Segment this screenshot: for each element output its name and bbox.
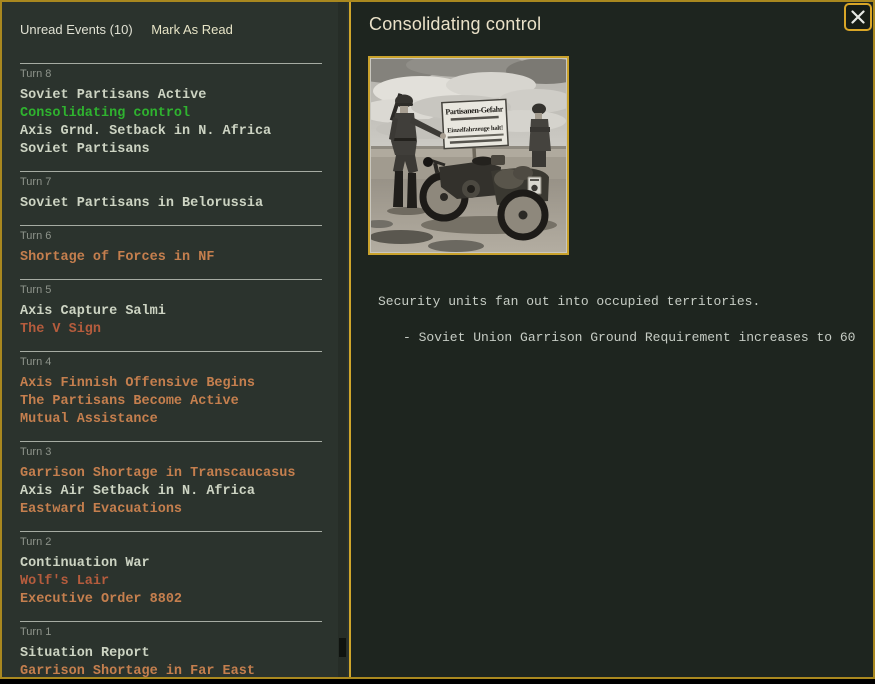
event-detail-panel: Consolidating control Partisanen-Gefahr … <box>351 2 873 677</box>
events-dialog: Unread Events (10) Mark As Read Turn 8 So… <box>0 0 875 679</box>
turn-label: Turn 2 <box>20 536 52 548</box>
turn-group: Turn 1 Situation Report Garrison Shortage … <box>20 621 322 677</box>
event-item[interactable]: Situation Report <box>20 645 322 663</box>
event-item[interactable]: Axis Air Setback in N. Africa <box>20 483 322 501</box>
turn-group: Turn 3 Garrison Shortage in Transcaucasus… <box>20 441 322 531</box>
event-item[interactable]: Soviet Partisans Active <box>20 87 322 105</box>
turn-label: Turn 5 <box>20 284 52 296</box>
event-detail-title: Consolidating control <box>369 14 542 34</box>
turn-label: Turn 4 <box>20 356 52 368</box>
event-item[interactable]: Eastward Evacuations <box>20 501 322 519</box>
event-item[interactable]: Axis Capture Salmi <box>20 303 322 321</box>
event-photo-illustration: Partisanen-Gefahr Einzelfahrzeuge halt! <box>371 59 566 252</box>
event-item[interactable]: The Partisans Become Active <box>20 393 322 411</box>
event-photo: Partisanen-Gefahr Einzelfahrzeuge halt! <box>368 56 569 255</box>
event-item[interactable]: Executive Order 8802 <box>20 591 322 609</box>
events-panel-header: Unread Events (10) Mark As Read <box>2 2 349 39</box>
turn-label: Turn 1 <box>20 626 52 638</box>
event-item[interactable]: Soviet Partisans in Belorussia <box>20 195 322 213</box>
close-button[interactable] <box>844 3 872 31</box>
scrollbar-thumb[interactable] <box>339 638 346 657</box>
event-item[interactable]: Soviet Partisans <box>20 141 322 159</box>
event-item[interactable]: Garrison Shortage in Transcaucasus <box>20 465 322 483</box>
event-item[interactable]: Continuation War <box>20 555 322 573</box>
event-detail-body: Security units fan out into occupied ter… <box>378 294 863 345</box>
turn-label: Turn 3 <box>20 446 52 458</box>
turn-group: Turn 6 Shortage of Forces in NF <box>20 225 322 279</box>
turn-group: Turn 7 Soviet Partisans in Belorussia <box>20 171 322 225</box>
turn-group: Turn 8 Soviet Partisans Active Consolidati… <box>20 63 322 171</box>
turn-group: Turn 2 Continuation War Wolf's Lair Executi… <box>20 531 322 621</box>
event-item[interactable]: Garrison Shortage in Far East <box>20 663 322 677</box>
turn-group: Turn 4 Axis Finnish Offensive Begins The P… <box>20 351 322 441</box>
close-icon <box>851 10 865 24</box>
mark-as-read-button[interactable]: Mark As Read <box>151 22 233 37</box>
event-effect: - Soviet Union Garrison Ground Requireme… <box>403 330 856 345</box>
turn-group: Turn 5 Axis Capture Salmi The V Sign <box>20 279 322 351</box>
events-list: Turn 8 Soviet Partisans Active Consolidati… <box>20 63 322 677</box>
event-item[interactable]: Axis Grnd. Setback in N. Africa <box>20 123 322 141</box>
turn-label: Turn 8 <box>20 68 52 80</box>
event-item[interactable]: Mutual Assistance <box>20 411 322 429</box>
events-scrollbar[interactable] <box>338 2 347 677</box>
event-item[interactable]: Consolidating control <box>20 105 322 123</box>
events-panel: Unread Events (10) Mark As Read Turn 8 So… <box>2 2 351 677</box>
event-item[interactable]: Shortage of Forces in NF <box>20 249 322 267</box>
turn-label: Turn 6 <box>20 230 52 242</box>
event-description: Security units fan out into occupied ter… <box>378 294 761 309</box>
event-item[interactable]: Wolf's Lair <box>20 573 322 591</box>
event-item[interactable]: The V Sign <box>20 321 322 339</box>
unread-events-title: Unread Events (10) <box>20 22 133 37</box>
turn-label: Turn 7 <box>20 176 52 188</box>
event-item[interactable]: Axis Finnish Offensive Begins <box>20 375 322 393</box>
